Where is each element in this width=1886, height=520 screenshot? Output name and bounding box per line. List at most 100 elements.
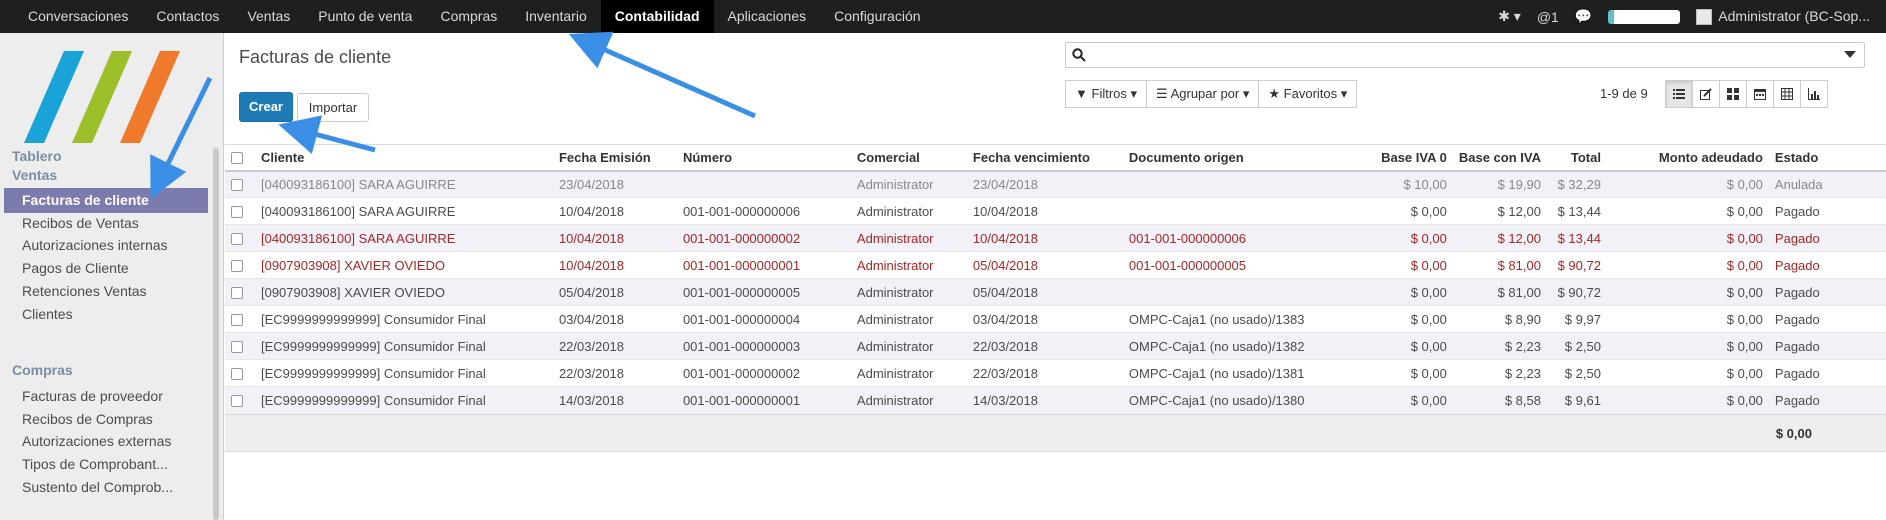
sidebar-item[interactable]: Sustento del Comprob...	[22, 475, 202, 500]
table-row[interactable]: [EC9999999999999] Consumidor Final 22/03/…	[225, 359, 1886, 387]
sidebar-item[interactable]: Facturas de cliente	[4, 188, 208, 213]
table-row[interactable]: [040093186100] SARA AGUIRRE 10/04/2018 001…	[225, 224, 1886, 252]
row-checkbox-cell[interactable]	[225, 278, 255, 306]
sidebar-scrollbar[interactable]	[213, 148, 219, 520]
table-row[interactable]: [EC9999999999999] Consumidor Final 03/04/…	[225, 305, 1886, 333]
favorites-dropdown[interactable]: ★ Favoritos ▾	[1258, 80, 1358, 108]
list-view-button[interactable]	[1665, 80, 1693, 108]
filters-dropdown[interactable]: ▼ Filtros ▾	[1065, 80, 1148, 108]
sidebar-item[interactable]: Recibos de Compras	[22, 407, 202, 432]
table-cell: $ 12,00	[1452, 224, 1547, 252]
table-cell: 001-001-000000002	[676, 359, 851, 387]
table-cell: 22/03/2018	[966, 332, 1123, 360]
column-header[interactable]: Documento origen	[1122, 144, 1357, 172]
column-header[interactable]: Estado	[1768, 144, 1886, 172]
table-row[interactable]: [0907903908] XAVIER OVIEDO 10/04/2018 001-…	[225, 251, 1886, 279]
chat-icon[interactable]: 💬	[1575, 8, 1592, 25]
topnav-item-contabilidad[interactable]: Contabilidad	[600, 0, 714, 33]
table-row[interactable]: [EC9999999999999] Consumidor Final 14/03/…	[225, 386, 1886, 414]
sidebar-item[interactable]: Recibos de Ventas	[22, 211, 202, 236]
table-row[interactable]: [040093186100] SARA AGUIRRE 10/04/2018 001…	[225, 197, 1886, 225]
table-footer: $ 0,00	[225, 414, 1886, 452]
import-button[interactable]: Importar	[297, 93, 369, 122]
topnav-item-inventario[interactable]: Inventario	[511, 0, 600, 33]
topnav-item-compras[interactable]: Compras	[426, 0, 511, 33]
row-checkbox-cell[interactable]	[225, 170, 255, 198]
column-header[interactable]: Fecha vencimiento	[966, 144, 1123, 172]
column-header[interactable]: Base con IVA	[1452, 144, 1547, 172]
user-menu[interactable]: Administrator (BC-Sop...	[1696, 8, 1870, 26]
sidebar-item[interactable]: Tipos de Comprobant...	[22, 452, 202, 477]
table-cell: $ 0,00	[1606, 170, 1769, 198]
sidebar-item[interactable]: Facturas de proveedor	[22, 384, 202, 409]
row-checkbox-cell[interactable]	[225, 197, 255, 225]
table-cell	[1122, 170, 1357, 198]
search-input[interactable]	[1065, 42, 1865, 68]
topnav-item-conversaciones[interactable]: Conversaciones	[14, 0, 142, 33]
column-header[interactable]: Monto adeudado	[1606, 144, 1769, 172]
select-all-checkbox-cell[interactable]	[225, 144, 255, 172]
row-checkbox[interactable]	[231, 206, 243, 219]
form-view-button[interactable]	[1692, 80, 1720, 108]
select-all-checkbox[interactable]	[231, 152, 243, 165]
calendar-view-button[interactable]	[1746, 80, 1774, 108]
sidebar-group-tablero[interactable]: Tablero	[12, 148, 62, 164]
row-checkbox[interactable]	[231, 314, 243, 327]
row-checkbox-cell[interactable]	[225, 386, 255, 414]
table-cell: $ 12,00	[1452, 197, 1547, 225]
sidebar-item[interactable]: Retenciones Ventas	[22, 279, 202, 304]
table-cell: Administrator	[850, 305, 967, 333]
kanban-view-button[interactable]	[1719, 80, 1747, 108]
column-header[interactable]: Número	[676, 144, 851, 172]
sidebar-item[interactable]: Autorizaciones externas	[22, 429, 202, 454]
chevron-down-icon[interactable]	[1844, 51, 1856, 58]
column-header[interactable]: Total	[1546, 144, 1607, 172]
table-cell: $ 0,00	[1606, 278, 1769, 306]
notifications-counter[interactable]: @1	[1537, 9, 1559, 25]
sidebar-item[interactable]: Pagos de Cliente	[22, 256, 202, 281]
table-cell: Pagado	[1768, 359, 1886, 387]
row-checkbox[interactable]	[231, 233, 243, 246]
table-cell: Administrator	[850, 332, 967, 360]
pager-value[interactable]: 1-9 de 9	[1600, 86, 1648, 101]
row-checkbox[interactable]	[231, 368, 243, 381]
table-cell: Administrator	[850, 278, 967, 306]
table-cell: $ 0,00	[1356, 197, 1453, 225]
table-row[interactable]: [EC9999999999999] Consumidor Final 22/03/…	[225, 332, 1886, 360]
topnav-item-aplicaciones[interactable]: Aplicaciones	[714, 0, 821, 33]
sidebar-item[interactable]: Clientes	[22, 302, 202, 327]
table-row[interactable]: [040093186100] SARA AGUIRRE 23/04/2018 Adm…	[225, 170, 1886, 198]
row-checkbox[interactable]	[231, 341, 243, 354]
topnav-item-ventas[interactable]: Ventas	[233, 0, 304, 33]
table-row[interactable]: [0907903908] XAVIER OVIEDO 05/04/2018 001-…	[225, 278, 1886, 306]
table-cell: 10/04/2018	[552, 197, 677, 225]
group-by-dropdown[interactable]: ☰ Agrupar por ▾	[1146, 80, 1260, 108]
create-button[interactable]: Crear	[239, 92, 293, 122]
row-checkbox[interactable]	[231, 287, 243, 300]
row-checkbox[interactable]	[231, 260, 243, 273]
row-checkbox[interactable]	[231, 395, 243, 408]
row-checkbox-cell[interactable]	[225, 224, 255, 252]
column-header[interactable]: Base IVA 0	[1356, 144, 1453, 172]
row-checkbox-cell[interactable]	[225, 332, 255, 360]
topnav-item-punto-de-venta[interactable]: Punto de venta	[304, 0, 426, 33]
calendar-icon	[1754, 89, 1766, 100]
table-cell: $ 2,50	[1546, 332, 1607, 360]
table-cell: OMPC-Caja1 (no usado)/1383	[1122, 305, 1357, 333]
sidebar-item[interactable]: Autorizaciones internas	[22, 233, 202, 258]
star-icon: ★	[1268, 86, 1281, 101]
row-checkbox-cell[interactable]	[225, 305, 255, 333]
topnav-item-configuracion[interactable]: Configuración	[820, 0, 934, 33]
bug-icon[interactable]: ✱ ▾	[1498, 8, 1521, 25]
row-checkbox-cell[interactable]	[225, 359, 255, 387]
column-header[interactable]: Fecha Emisión	[552, 144, 677, 172]
row-checkbox[interactable]	[231, 179, 243, 192]
row-checkbox-cell[interactable]	[225, 251, 255, 279]
pivot-view-button[interactable]	[1773, 80, 1801, 108]
column-header[interactable]: Comercial	[850, 144, 967, 172]
table-cell: Administrator	[850, 224, 967, 252]
topnav-item-contactos[interactable]: Contactos	[142, 0, 233, 33]
graph-view-button[interactable]	[1800, 80, 1828, 108]
column-header[interactable]: Cliente	[254, 144, 553, 172]
table-cell: 001-001-000000002	[676, 224, 851, 252]
